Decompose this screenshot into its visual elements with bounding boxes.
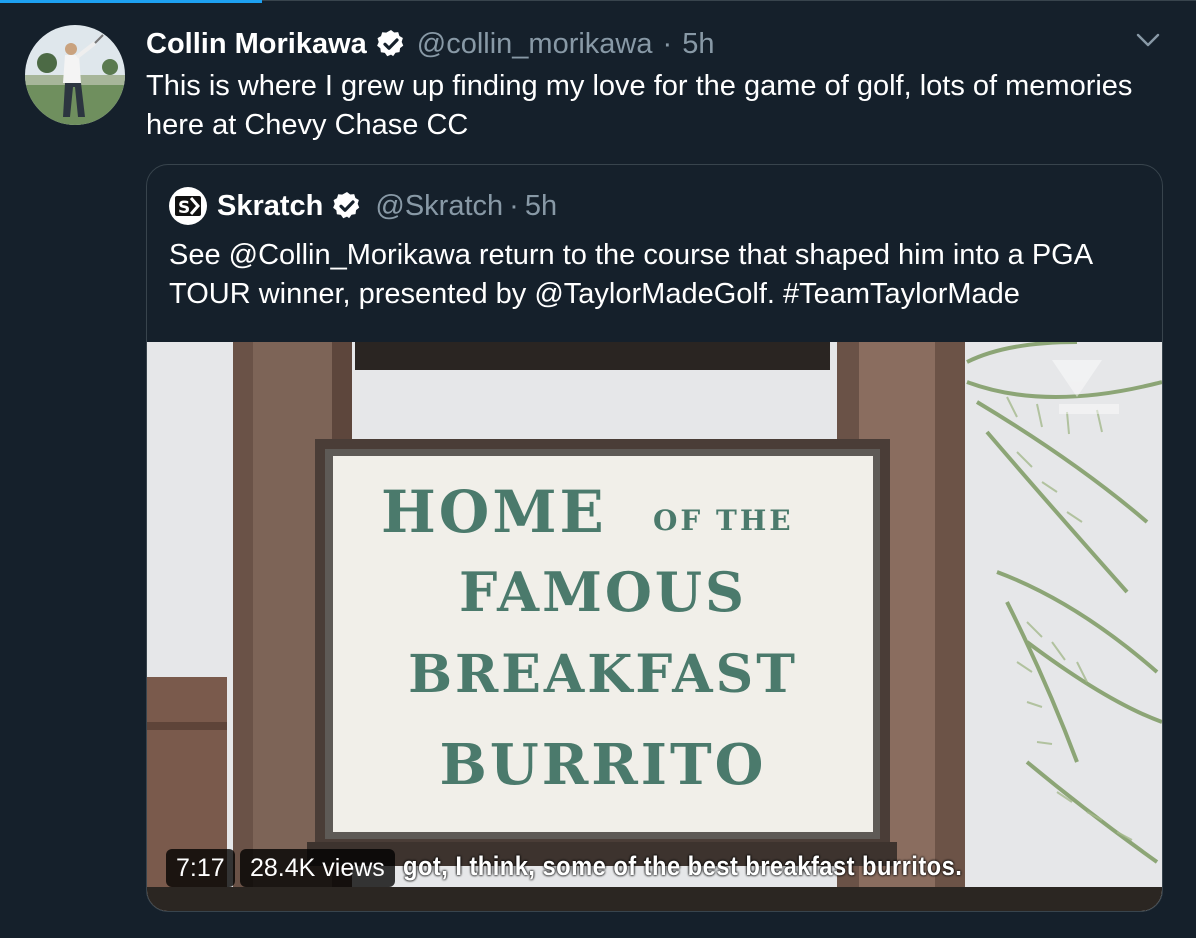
video-player[interactable]: HOME OF THE FAMOUS BREAKFAST BURRITO got… (147, 342, 1162, 911)
video-subtitle: got, I think, some of the best breakfast… (403, 851, 963, 881)
author-handle[interactable]: @collin_morikawa (417, 28, 653, 61)
sign-line-home: HOME (381, 478, 607, 546)
separator-dot: · (662, 27, 673, 60)
video-views-badge: 28.4K views (240, 849, 395, 887)
skratch-logo-icon[interactable]: S (169, 187, 207, 225)
video-duration-badge: 7:17 (166, 849, 235, 887)
author-name[interactable]: Collin Morikawa (146, 28, 367, 61)
quoted-tweet-header: S Skratch @Skratch · 5h (169, 187, 557, 225)
quoted-tweet-text: See @Collin_Morikawa return to the cours… (169, 239, 1092, 310)
chevron-down-icon[interactable] (1132, 28, 1164, 52)
quoted-tweet-card[interactable]: S Skratch @Skratch · 5h See @Collin_Mori… (146, 164, 1163, 912)
tweet-timestamp[interactable]: 5h (682, 28, 714, 61)
quoted-timestamp[interactable]: 5h (525, 190, 557, 223)
verified-badge-icon (375, 28, 407, 60)
avatar[interactable] (25, 25, 125, 125)
separator-dot: · (509, 189, 519, 222)
tweet-header: Collin Morikawa @collin_morikawa · 5h (146, 26, 714, 62)
tweet-text: This is where I grew up finding my love … (146, 70, 1133, 141)
tweet[interactable]: Collin Morikawa @collin_morikawa · 5h Th… (0, 0, 1196, 938)
sign-line-breakfast: BREAKFAST (408, 644, 798, 705)
quoted-author-name[interactable]: Skratch (217, 190, 323, 223)
quoted-author-handle[interactable]: @Skratch (375, 190, 503, 223)
sign-line-famous: FAMOUS (459, 560, 747, 624)
verified-badge-icon (331, 190, 363, 222)
svg-text:S: S (178, 198, 190, 218)
sign-line-of-the: OF THE (653, 504, 794, 537)
sign-line-burrito: BURRITO (439, 732, 767, 798)
sign-lettering: HOME OF THE FAMOUS BREAKFAST BURRITO (333, 456, 873, 832)
